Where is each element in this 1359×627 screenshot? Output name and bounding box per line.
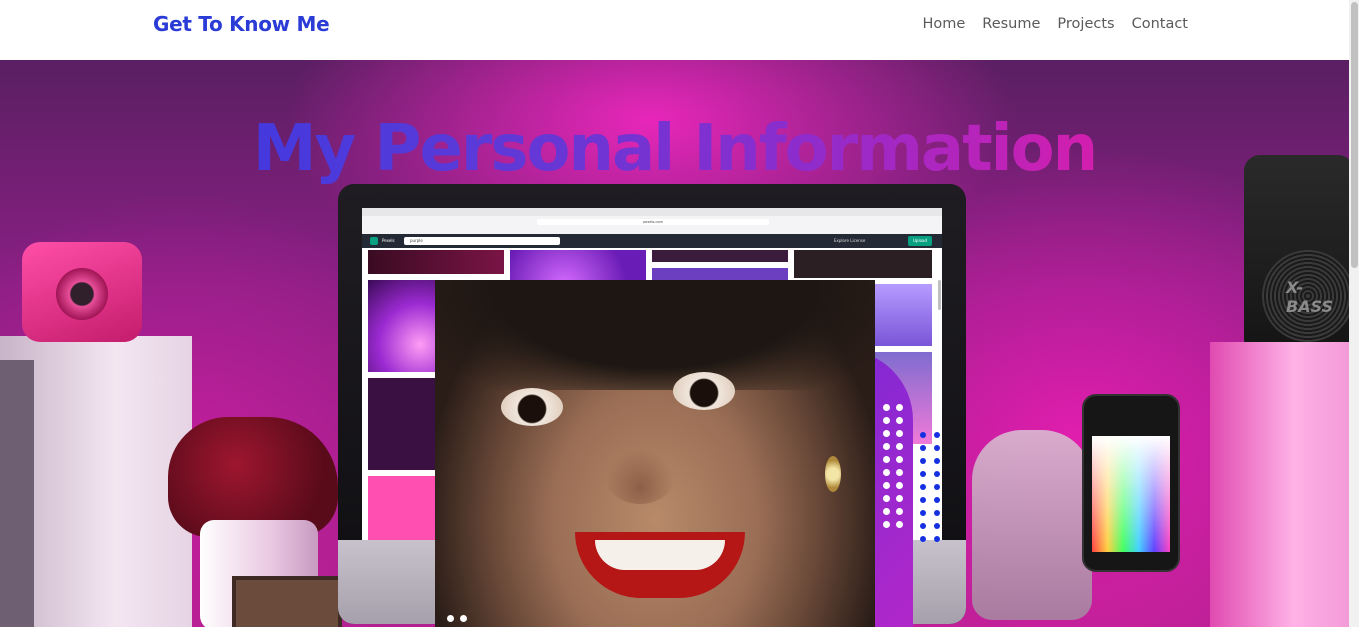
pattern-dot — [883, 508, 890, 515]
nav-link-contact[interactable]: Contact — [1132, 16, 1188, 32]
thumbs-up-decor — [972, 430, 1092, 620]
site-menu: Explore License — [834, 238, 866, 243]
photo-tile — [368, 250, 504, 274]
page-scrollbar-thumb[interactable] — [1351, 2, 1358, 268]
blue-dot-pattern — [920, 432, 941, 542]
white-dot-pattern — [883, 404, 903, 528]
pattern-dot — [934, 458, 940, 464]
pattern-dot — [920, 458, 926, 464]
site-search-input: purple — [404, 237, 560, 245]
browser-url-bar: pexels.com — [537, 219, 769, 225]
portrait-eye-left — [501, 388, 563, 426]
pattern-dot — [934, 510, 940, 516]
navbar: Get To Know Me Home Resume Projects Cont… — [0, 0, 1349, 60]
pattern-dot — [896, 404, 903, 411]
nav-link-home[interactable]: Home — [922, 16, 965, 32]
pattern-dot — [934, 432, 940, 438]
hero-title: My Personal Information — [0, 112, 1349, 186]
portrait-hair — [435, 280, 875, 390]
pattern-dot — [896, 443, 903, 450]
pattern-dot — [920, 523, 926, 529]
pattern-dot — [883, 495, 890, 502]
photo-tile — [794, 250, 932, 278]
pattern-dot — [934, 471, 940, 477]
pattern-dot — [920, 484, 926, 490]
pattern-dot — [883, 469, 890, 476]
pattern-dot — [883, 482, 890, 489]
mac-menu-bar — [362, 208, 942, 216]
pattern-dot — [896, 469, 903, 476]
flowers-decor — [168, 417, 338, 537]
pattern-dot — [883, 443, 890, 450]
portrait-earring — [825, 456, 841, 492]
screen-scrollbar — [938, 280, 941, 310]
pattern-dot — [920, 536, 926, 542]
pattern-dot — [896, 482, 903, 489]
pattern-dot — [934, 484, 940, 490]
camera-lens-decor — [56, 268, 108, 320]
portrait-eye-right — [673, 372, 735, 410]
pattern-dot — [447, 615, 454, 622]
pattern-dot — [934, 445, 940, 451]
pattern-dot — [896, 430, 903, 437]
pattern-dot — [920, 471, 926, 477]
pattern-dot — [934, 497, 940, 503]
pattern-dot — [920, 445, 926, 451]
portrait-nose — [605, 448, 675, 504]
profile-portrait — [435, 280, 913, 627]
photo-frame-decor — [232, 576, 342, 627]
speaker-label: X-BASS — [1286, 278, 1334, 316]
pattern-dot — [883, 404, 890, 411]
pattern-dot — [934, 523, 940, 529]
nav-link-projects[interactable]: Projects — [1057, 16, 1114, 32]
pattern-dot — [460, 615, 467, 622]
right-shelf-decor — [1210, 342, 1349, 627]
pattern-dot — [934, 536, 940, 542]
pattern-dot — [883, 417, 890, 424]
photo-tile — [652, 250, 788, 262]
pattern-dot — [920, 432, 926, 438]
pattern-dot — [883, 521, 890, 528]
pattern-dot — [896, 417, 903, 424]
site-logo-icon — [370, 237, 378, 245]
left-shelf-side-decor — [0, 360, 34, 627]
pattern-dot — [896, 456, 903, 463]
pattern-dot — [920, 510, 926, 516]
pattern-dot — [883, 456, 890, 463]
nav-link-resume[interactable]: Resume — [982, 16, 1040, 32]
pattern-dot — [896, 521, 903, 528]
portrait-teeth — [595, 540, 725, 570]
pattern-dot — [883, 430, 890, 437]
nav-links: Home Resume Projects Contact — [922, 16, 1188, 32]
pattern-dot — [920, 497, 926, 503]
pattern-dot — [896, 495, 903, 502]
phone-screen-fade — [1092, 436, 1170, 552]
site-upload-button: Upload — [908, 236, 932, 246]
bottom-dot-pattern — [447, 615, 467, 622]
brand-link[interactable]: Get To Know Me — [153, 12, 330, 36]
pattern-dot — [896, 508, 903, 515]
site-brand: Pexels — [382, 238, 395, 243]
